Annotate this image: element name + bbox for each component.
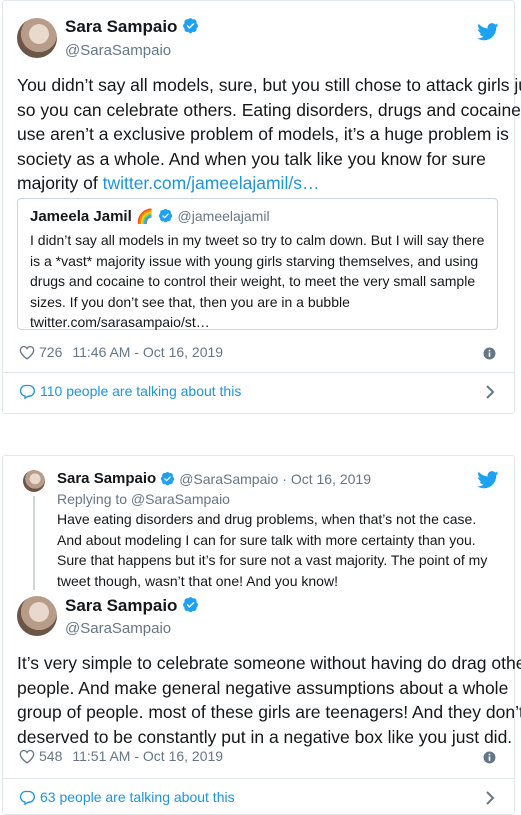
replying-to[interactable]: Replying to @SaraSampaio (57, 491, 230, 507)
comment-icon (19, 384, 35, 399)
talking-about-count: 63 people are talking about this (40, 789, 235, 805)
avatar[interactable] (17, 596, 57, 636)
heart-icon[interactable] (19, 345, 35, 360)
quoted-line: twitter.com/sarasampaio/st… (30, 314, 210, 330)
embedded-tweet-card: Sara Sampaio @SaraSampaio You didn’t say… (2, 0, 521, 414)
avatar[interactable] (23, 470, 45, 492)
author-handle[interactable]: @SaraSampaio (179, 471, 278, 487)
like-count[interactable]: 726 (39, 344, 62, 360)
verified-badge-icon (161, 471, 175, 486)
timestamp[interactable]: 11:51 AM - Oct 16, 2019 (72, 748, 223, 764)
chevron-right-icon[interactable] (485, 385, 495, 399)
quoted-author-handle: @jameelajamil (177, 208, 270, 224)
reply-line: Sure that happens but it’s for sure not … (57, 552, 488, 568)
like-count[interactable]: 548 (39, 748, 62, 764)
comment-icon (19, 790, 35, 805)
twitter-bird-icon[interactable] (477, 23, 499, 41)
quoted-tweet[interactable]: Jameela Jamil 🌈 @jameelajamil I didn’t s… (17, 198, 498, 330)
tweet-body-line: group of people. most of these girls are… (17, 702, 521, 722)
divider (3, 372, 514, 373)
author-name-text: Sara Sampaio (65, 596, 178, 615)
author-handle[interactable]: @SaraSampaio (65, 620, 171, 637)
reply-header: Sara Sampaio @SaraSampaio · Oct 16, 2019 (57, 470, 371, 487)
author-handle[interactable]: @SaraSampaio (65, 42, 171, 59)
twitter-bird-icon[interactable] (477, 471, 499, 489)
verified-badge-icon (159, 208, 173, 223)
tweet-body-line: It’s very simple to celebrate someone wi… (17, 653, 521, 673)
reply-date[interactable]: · Oct 16, 2019 (282, 471, 371, 487)
tweet-body-line: so you can celebrate others. Eating diso… (17, 99, 521, 120)
verified-badge-icon (183, 597, 199, 613)
avatar[interactable] (17, 18, 57, 58)
author-name[interactable]: Sara Sampaio (65, 596, 199, 616)
rainbow-emoji-icon: 🌈 (136, 208, 154, 224)
tweet-link[interactable]: twitter.com/jameelajamil/s… (103, 173, 320, 193)
tweet-body-text: majority of (17, 173, 103, 193)
quoted-author-name: Jameela Jamil (30, 208, 132, 225)
reply-line: tweet though, wasn’t that one! And you k… (57, 572, 338, 589)
quoted-tweet-body: I didn’t say all models in my tweet so t… (30, 230, 492, 333)
chevron-right-icon[interactable] (485, 791, 495, 805)
quoted-line: I didn’t say all models in my tweet so t… (30, 232, 485, 248)
timestamp[interactable]: 11:46 AM - Oct 16, 2019 (72, 344, 223, 360)
quoted-line: is a *vast* majority issue with young gi… (30, 252, 479, 269)
info-icon[interactable] (483, 751, 496, 764)
tweet-body-line: society as a whole. And when you talk li… (17, 148, 486, 169)
conversation-link[interactable]: 63 people are talking about this (19, 789, 235, 805)
verified-badge-icon (183, 18, 199, 34)
conversation-link[interactable]: 110 people are talking about this (19, 383, 241, 399)
thread-line (33, 496, 35, 590)
info-icon[interactable] (483, 347, 496, 360)
tweet-body-line: You didn’t say all models, sure, but you… (17, 75, 521, 95)
tweet-body: It’s very simple to celebrate someone wi… (17, 651, 521, 749)
author-name[interactable]: Sara Sampaio (65, 17, 199, 37)
tweet-meta: 548 11:51 AM - Oct 16, 2019 (19, 748, 223, 764)
quoted-author: Jameela Jamil 🌈 @jameelajamil (30, 208, 270, 226)
reply-line: Have eating disorders and drug problems,… (57, 511, 477, 527)
talking-about-count: 110 people are talking about this (40, 383, 242, 399)
reply-line: And about modeling I can for sure talk w… (57, 531, 476, 548)
divider (3, 778, 514, 779)
tweet-body-line: majority of twitter.com/jameelajamil/s… (17, 171, 507, 196)
tweet-body-line: deserved to be constantly put in a negat… (17, 726, 513, 747)
tweet-meta: 726 11:46 AM - Oct 16, 2019 (19, 344, 223, 360)
tweet-body-line: use aren’t a exclusive problem of models… (17, 124, 509, 144)
quoted-line: sizes. If you don’t see that, then you a… (30, 293, 350, 310)
tweet-body: You didn’t say all models, sure, but you… (17, 73, 521, 196)
reply-body: Have eating disorders and drug problems,… (57, 509, 509, 591)
quoted-line: drugs and cocaine to control their weigh… (30, 273, 476, 289)
tweet-body-line: people. And make general negative assump… (17, 677, 509, 698)
author-name-text: Sara Sampaio (65, 17, 178, 36)
embedded-tweet-card: Sara Sampaio @SaraSampaio · Oct 16, 2019… (2, 455, 521, 815)
author-name[interactable]: Sara Sampaio (57, 470, 156, 487)
heart-icon[interactable] (19, 749, 35, 764)
